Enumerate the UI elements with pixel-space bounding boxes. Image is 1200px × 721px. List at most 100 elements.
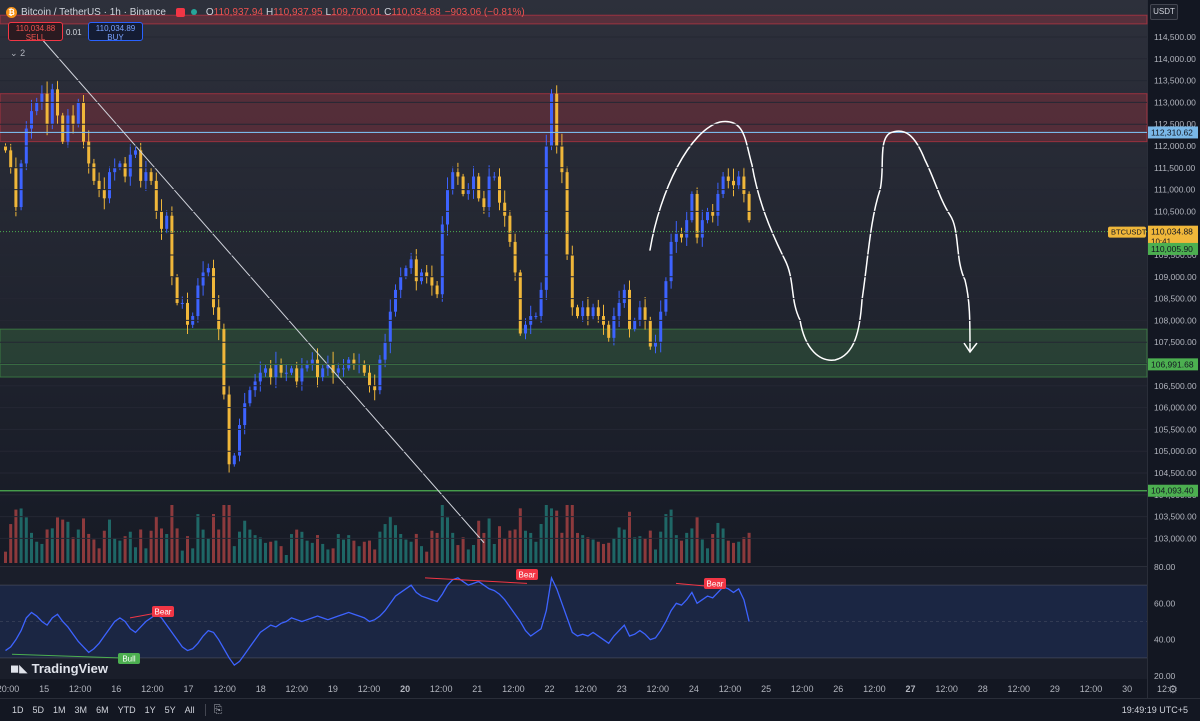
- candle-body[interactable]: [700, 220, 704, 238]
- candle-body[interactable]: [565, 172, 569, 255]
- candle-body[interactable]: [586, 307, 590, 317]
- candle-body[interactable]: [503, 202, 507, 216]
- candle-body[interactable]: [108, 172, 111, 199]
- candle-body[interactable]: [539, 289, 543, 317]
- candle-body[interactable]: [97, 180, 101, 190]
- price-chart[interactable]: Bear Bull Bear Bear 114,500.00 114,000.00 113…: [0, 0, 1200, 720]
- candle-body[interactable]: [274, 364, 278, 378]
- candle-body[interactable]: [160, 211, 163, 229]
- candle-body[interactable]: [264, 368, 267, 373]
- candle-body[interactable]: [555, 93, 559, 146]
- candle-body[interactable]: [659, 311, 663, 343]
- candle-body[interactable]: [284, 372, 288, 374]
- candle-body[interactable]: [456, 172, 460, 177]
- candle-body[interactable]: [4, 146, 7, 151]
- candle-body[interactable]: [269, 368, 273, 378]
- sell-button[interactable]: 110,034.88 SELL: [8, 22, 63, 42]
- candle-body[interactable]: [300, 368, 304, 382]
- timeframe-1d[interactable]: 1D: [12, 705, 24, 715]
- candle-body[interactable]: [628, 289, 631, 330]
- candle-body[interactable]: [576, 307, 579, 317]
- candle-body[interactable]: [232, 455, 236, 465]
- settings-gear-icon[interactable]: ⚙: [1168, 683, 1178, 696]
- candle-body[interactable]: [383, 342, 387, 360]
- candle-body[interactable]: [50, 89, 54, 125]
- candle-body[interactable]: [695, 193, 699, 238]
- candle-body[interactable]: [466, 189, 470, 194]
- candle-body[interactable]: [622, 289, 626, 303]
- currency-unit-button[interactable]: USDT: [1150, 4, 1178, 20]
- candle-body[interactable]: [180, 302, 184, 304]
- candle-body[interactable]: [534, 316, 538, 318]
- candle-body[interactable]: [508, 215, 512, 242]
- candle-body[interactable]: [201, 272, 205, 286]
- timeframe-ytd[interactable]: YTD: [118, 705, 136, 715]
- candle-body[interactable]: [399, 276, 403, 290]
- candle-body[interactable]: [674, 233, 678, 242]
- candle-body[interactable]: [196, 285, 200, 317]
- candle-body[interactable]: [680, 233, 683, 238]
- candle-body[interactable]: [477, 176, 481, 199]
- candle-body[interactable]: [45, 93, 49, 125]
- candle-body[interactable]: [139, 150, 143, 181]
- candle-body[interactable]: [430, 276, 434, 286]
- candle-body[interactable]: [19, 163, 23, 208]
- candle-body[interactable]: [518, 272, 522, 334]
- candle-body[interactable]: [596, 307, 600, 317]
- candle-body[interactable]: [310, 359, 314, 364]
- timeframe-1y[interactable]: 1Y: [145, 705, 156, 715]
- candle-body[interactable]: [321, 368, 325, 378]
- candle-body[interactable]: [388, 311, 392, 343]
- candle-body[interactable]: [643, 307, 647, 321]
- symbol-title[interactable]: Bitcoin / TetherUS · 1h · Binance: [21, 7, 166, 18]
- candle-body[interactable]: [92, 163, 96, 181]
- candle-body[interactable]: [425, 272, 429, 277]
- candle-body[interactable]: [654, 342, 657, 347]
- candle-body[interactable]: [352, 359, 356, 364]
- timeframe-all[interactable]: All: [185, 705, 195, 715]
- candle-body[interactable]: [638, 307, 642, 321]
- candle-body[interactable]: [170, 215, 174, 277]
- candle-body[interactable]: [368, 372, 371, 386]
- candle-body[interactable]: [414, 259, 418, 282]
- candle-body[interactable]: [633, 320, 637, 330]
- candle-body[interactable]: [212, 268, 215, 308]
- candle-body[interactable]: [71, 115, 75, 125]
- timeframe-6m[interactable]: 6M: [96, 705, 109, 715]
- candle-body[interactable]: [394, 289, 397, 312]
- candle-body[interactable]: [113, 167, 117, 173]
- candle-body[interactable]: [732, 180, 735, 186]
- candle-body[interactable]: [706, 211, 709, 221]
- candle-body[interactable]: [243, 403, 247, 426]
- candle-body[interactable]: [248, 390, 252, 404]
- candle-body[interactable]: [217, 307, 221, 330]
- candle-body[interactable]: [492, 176, 496, 178]
- support-zone[interactable]: [0, 328, 1148, 378]
- candle-body[interactable]: [149, 172, 153, 181]
- candle-body[interactable]: [461, 176, 465, 194]
- candle-body[interactable]: [82, 102, 85, 142]
- candle-body[interactable]: [362, 364, 366, 373]
- candle-body[interactable]: [482, 198, 486, 208]
- candle-body[interactable]: [128, 154, 132, 177]
- candle-body[interactable]: [487, 176, 491, 208]
- candle-body[interactable]: [258, 372, 262, 382]
- candle-body[interactable]: [9, 150, 13, 168]
- candle-body[interactable]: [711, 211, 715, 216]
- candle-body[interactable]: [279, 364, 283, 373]
- candle-body[interactable]: [206, 268, 210, 273]
- candle-body[interactable]: [747, 193, 751, 221]
- candle-body[interactable]: [607, 324, 611, 338]
- timeframe-3m[interactable]: 3M: [75, 705, 88, 715]
- candle-body[interactable]: [742, 176, 746, 194]
- candle-body[interactable]: [404, 268, 408, 277]
- candle-body[interactable]: [118, 163, 122, 168]
- candle-body[interactable]: [726, 176, 730, 181]
- candle-body[interactable]: [440, 224, 444, 295]
- candle-body[interactable]: [685, 220, 689, 238]
- candle-body[interactable]: [76, 102, 80, 125]
- candle-body[interactable]: [570, 255, 574, 308]
- candle-body[interactable]: [664, 281, 668, 312]
- candle-body[interactable]: [690, 193, 694, 221]
- candle-body[interactable]: [617, 302, 621, 317]
